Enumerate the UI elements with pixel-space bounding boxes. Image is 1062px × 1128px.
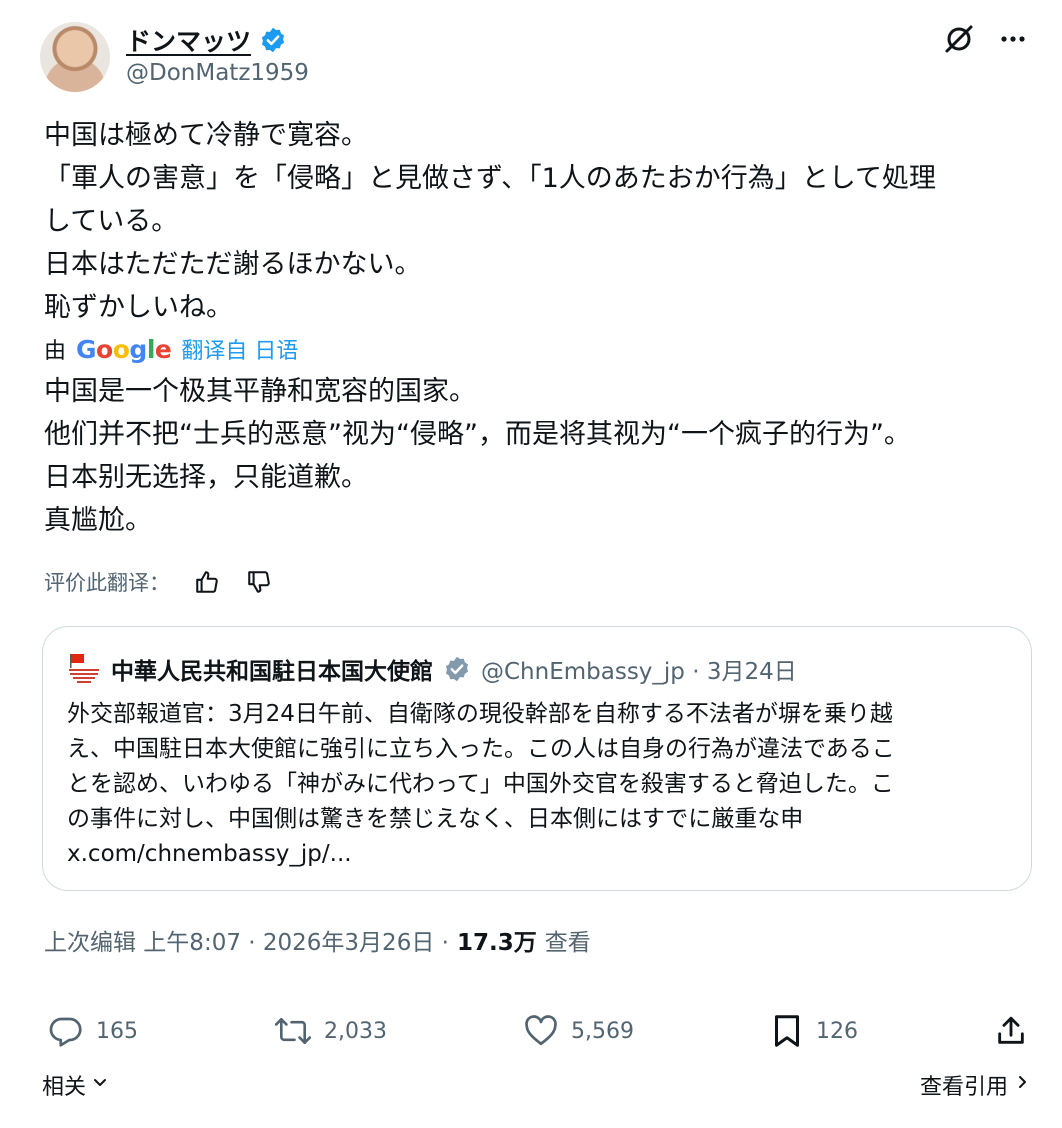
chevron-right-icon <box>1012 1072 1032 1098</box>
tweet-footer: 相关 查看引用 <box>42 1068 1032 1102</box>
like-count: 5,569 <box>570 1018 634 1044</box>
name-row: ドンマッツ <box>126 22 287 58</box>
translated-line: 他们并不把“士兵的恶意”视为“侵略”，而是将其视为“一个疯子的行为”。 <box>44 419 911 450</box>
rate-translation: 评价此翻译： <box>44 564 274 600</box>
quoted-line: の事件に対し、中国側は驚きを禁じえなく、日本側にはすでに厳重な申 <box>67 806 804 832</box>
view-quotes-link[interactable]: 查看引用 <box>920 1069 1032 1101</box>
repost-button[interactable]: 2,033 <box>274 1013 387 1049</box>
views-label: 查看 <box>544 930 591 956</box>
translation-attribution: 由 Google 翻译自 日语 <box>44 333 298 365</box>
tweet-text: 中国は極めて冷静で寛容。 「軍人の害意」を「侵略」と見做さず、「1人のあたおか行… <box>44 114 1024 329</box>
share-button[interactable] <box>994 1013 1028 1049</box>
quoted-line: え、中国駐日本大使館に強引に立ち入った。この人は自身の行為が違法であるこ <box>67 736 895 762</box>
quoted-line: 外交部報道官：3月24日午前、自衛隊の現役幹部を自称する不法者が塀を乗り越 <box>67 701 893 727</box>
grok-icon[interactable] <box>942 22 976 56</box>
translated-by-label: 由 <box>44 339 67 364</box>
related-label: 相关 <box>42 1075 87 1100</box>
view-quotes-label: 查看引用 <box>919 1075 1008 1100</box>
bookmark-icon <box>770 1013 804 1049</box>
embassy-logo <box>67 652 101 686</box>
quoted-tweet-header: 中華人民共和国駐日本国大使館 @ChnEmbassy_jp · 3月24日 <box>67 649 797 689</box>
header-actions <box>942 22 1030 56</box>
chevron-down-icon <box>90 1072 110 1098</box>
share-icon <box>994 1013 1028 1049</box>
quoted-link[interactable]: x.com/chnembassy_jp/... <box>67 837 1017 872</box>
bookmark-count: 126 <box>815 1018 858 1044</box>
verified-badge-icon <box>259 26 287 54</box>
quoted-tweet-card[interactable]: 中華人民共和国駐日本国大使館 @ChnEmbassy_jp · 3月24日 外交… <box>42 626 1032 891</box>
tweet-line: 日本はただただ謝るほかない。 <box>44 249 422 280</box>
author-display-name[interactable]: ドンマッツ <box>126 22 251 58</box>
views-count: 17.3万 <box>456 930 537 956</box>
quoted-author-name: 中華人民共和国駐日本国大使館 <box>111 659 433 685</box>
tweet-meta: 上次编辑 上午8:07 · 2026年3月26日 · 17.3万 查看 <box>44 922 591 958</box>
thumbs-up-icon[interactable] <box>192 567 222 597</box>
quoted-tweet-text: 外交部報道官：3月24日午前、自衛隊の現役幹部を自称する不法者が塀を乗り越 え、… <box>67 697 1017 872</box>
like-button[interactable]: 5,569 <box>523 1013 634 1049</box>
thumbs-down-icon[interactable] <box>244 567 274 597</box>
reply-icon <box>48 1013 84 1049</box>
tweet-line: している。 <box>44 206 179 237</box>
tweet-header: ドンマッツ @DonMatz1959 <box>40 20 1030 96</box>
related-toggle[interactable]: 相关 <box>42 1069 110 1101</box>
translated-text: 中国是一个极其平静和宽容的国家。 他们并不把“士兵的恶意”视为“侵略”，而是将其… <box>44 370 1024 542</box>
edited-timestamp[interactable]: 上次编辑 上午8:07 · 2026年3月26日 · <box>44 923 449 957</box>
google-logo: Google <box>76 334 172 364</box>
tweet-line: 恥ずかしいね。 <box>44 292 233 323</box>
quoted-line: とを認め、いわゆる「神がみに代わって」中国外交官を殺害すると脅迫した。こ <box>67 771 894 797</box>
tweet-actions: 165 2,033 5,569 126 <box>48 1008 1028 1054</box>
tweet-line: 「軍人の害意」を「侵略」と見做さず、「1人のあたおか行為」として処理 <box>44 163 936 194</box>
author-handle[interactable]: @DonMatz1959 <box>126 60 309 86</box>
bookmark-button[interactable]: 126 <box>770 1013 858 1049</box>
reply-count: 165 <box>96 1018 138 1044</box>
quoted-handle-date: @ChnEmbassy_jp · 3月24日 <box>481 659 797 685</box>
rate-translation-label: 评价此翻译： <box>44 571 170 595</box>
like-icon <box>523 1013 559 1049</box>
translated-line: 中国是一个极其平静和宽容的国家。 <box>44 376 476 407</box>
translated-from-link[interactable]: 翻译自 日语 <box>181 333 298 365</box>
reply-button[interactable]: 165 <box>48 1013 138 1049</box>
avatar[interactable] <box>40 22 110 92</box>
translated-line: 真尴尬。 <box>44 505 152 536</box>
repost-count: 2,033 <box>324 1018 387 1044</box>
gray-verified-badge-icon <box>443 655 471 683</box>
tweet-line: 中国は極めて冷静で寛容。 <box>44 120 368 151</box>
translated-line: 日本别无选择，只能道歉。 <box>44 462 368 493</box>
repost-icon <box>274 1013 312 1049</box>
more-icon[interactable] <box>996 22 1030 56</box>
